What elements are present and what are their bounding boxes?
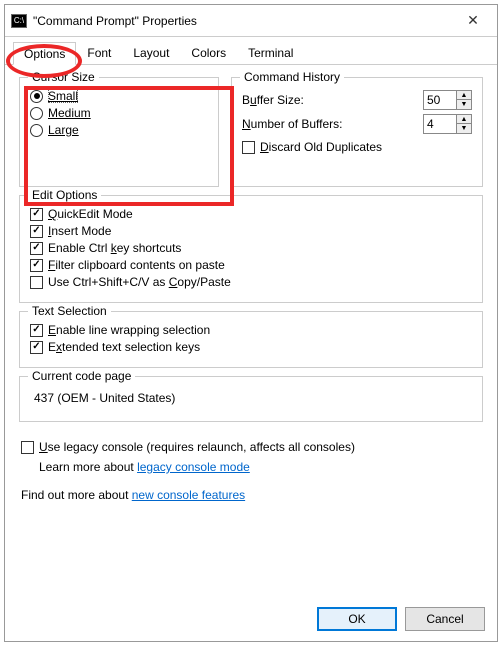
buffer-size-input[interactable] <box>423 90 457 110</box>
check-quickedit[interactable]: QuickEdit Mode <box>30 207 472 221</box>
check-insert[interactable]: Insert Mode <box>30 224 472 238</box>
chevron-up-icon[interactable]: ▲ <box>457 115 471 124</box>
properties-dialog: C:\ "Command Prompt" Properties ✕ Option… <box>4 4 498 642</box>
checkbox-icon <box>30 276 43 289</box>
checkbox-icon <box>30 259 43 272</box>
chevron-down-icon[interactable]: ▼ <box>457 100 471 109</box>
ok-button[interactable]: OK <box>317 607 397 631</box>
radio-cursor-large[interactable]: Large <box>30 123 208 137</box>
titlebar: C:\ "Command Prompt" Properties ✕ <box>5 5 497 37</box>
chevron-up-icon[interactable]: ▲ <box>457 91 471 100</box>
close-button[interactable]: ✕ <box>453 6 493 36</box>
label-num-buffers: Number of Buffers: <box>242 117 343 131</box>
checkbox-icon <box>30 225 43 238</box>
check-ctrl-shortcuts[interactable]: Enable Ctrl key shortcuts <box>30 241 472 255</box>
group-cursor-size: Cursor Size Small Medium Large <box>19 77 219 187</box>
radio-icon <box>30 90 43 103</box>
label-buffer-size: Buffer Size: <box>242 93 304 107</box>
spinner-buttons[interactable]: ▲▼ <box>457 90 472 110</box>
spinner-buffer-size[interactable]: ▲▼ <box>423 90 472 110</box>
num-buffers-input[interactable] <box>423 114 457 134</box>
radio-cursor-small[interactable]: Small <box>30 89 208 103</box>
cmd-icon: C:\ <box>11 14 27 28</box>
check-filter-clipboard[interactable]: Filter clipboard contents on paste <box>30 258 472 272</box>
chevron-down-icon[interactable]: ▼ <box>457 124 471 133</box>
group-title-cursor: Cursor Size <box>28 70 99 84</box>
checkbox-icon <box>30 341 43 354</box>
tab-terminal[interactable]: Terminal <box>237 41 304 64</box>
tab-content: Cursor Size Small Medium Large Command H… <box>5 65 497 597</box>
checkbox-icon <box>30 208 43 221</box>
tab-layout[interactable]: Layout <box>122 41 180 64</box>
check-discard-duplicates[interactable]: Discard Old Duplicates <box>242 140 472 154</box>
checkbox-icon <box>30 324 43 337</box>
checkbox-icon <box>242 141 255 154</box>
tab-strip: Options Font Layout Colors Terminal <box>5 39 497 65</box>
checkbox-icon <box>21 441 34 454</box>
radio-icon <box>30 124 43 137</box>
window-title: "Command Prompt" Properties <box>33 14 453 28</box>
radio-label-small: Small <box>48 89 78 103</box>
radio-label-large: Large <box>48 123 79 137</box>
group-title-codepage: Current code page <box>28 369 135 383</box>
radio-cursor-medium[interactable]: Medium <box>30 106 208 120</box>
check-extended-sel[interactable]: Extended text selection keys <box>30 340 472 354</box>
radio-label-medium: Medium <box>48 106 91 120</box>
checkbox-icon <box>30 242 43 255</box>
link-legacy-console[interactable]: legacy console mode <box>137 460 250 474</box>
link-new-features[interactable]: new console features <box>132 488 245 502</box>
close-icon: ✕ <box>467 12 479 29</box>
group-title-edit: Edit Options <box>28 188 101 202</box>
group-code-page: Current code page 437 (OEM - United Stat… <box>19 376 483 422</box>
codepage-value: 437 (OEM - United States) <box>30 385 472 411</box>
spinner-num-buffers[interactable]: ▲▼ <box>423 114 472 134</box>
tab-font[interactable]: Font <box>76 41 122 64</box>
findout-row: Find out more about new console features <box>21 488 481 502</box>
cancel-button[interactable]: Cancel <box>405 607 485 631</box>
spinner-buttons[interactable]: ▲▼ <box>457 114 472 134</box>
group-text-selection: Text Selection Enable line wrapping sele… <box>19 311 483 368</box>
group-command-history: Command History Buffer Size: ▲▼ Number o… <box>231 77 483 187</box>
tab-colors[interactable]: Colors <box>180 41 237 64</box>
radio-icon <box>30 107 43 120</box>
group-edit-options: Edit Options QuickEdit Mode Insert Mode … <box>19 195 483 303</box>
check-ctrl-shift-cv[interactable]: Use Ctrl+Shift+C/V as Copy/Paste <box>30 275 472 289</box>
dialog-buttons: OK Cancel <box>5 597 497 641</box>
legacy-learn-more: Learn more about legacy console mode <box>39 460 481 474</box>
group-title-textsel: Text Selection <box>28 304 111 318</box>
group-title-history: Command History <box>240 70 344 84</box>
tab-options[interactable]: Options <box>13 42 76 65</box>
check-legacy-console[interactable]: Use legacy console (requires relaunch, a… <box>21 440 481 454</box>
check-line-wrap[interactable]: Enable line wrapping selection <box>30 323 472 337</box>
